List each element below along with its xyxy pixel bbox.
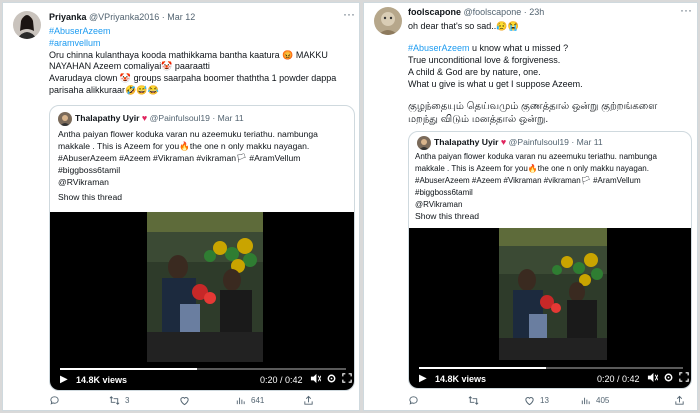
quote-text-line: makkale . This is Azeem for you🔥the one … [415,164,649,173]
retweet-button[interactable] [468,395,484,406]
view-count: 14.8K views [76,375,128,385]
share-icon [675,395,684,405]
play-icon[interactable]: ▶ [419,373,427,384]
quote-avatar [58,112,72,126]
video-frame [499,228,607,360]
retweet-icon [109,396,120,405]
video-player[interactable]: ▶ 14.8K views 0:20 / 0:42 [50,212,354,390]
hashtag-line[interactable]: #AbuserAzeem [49,26,111,37]
retweet-button[interactable]: 3 [109,395,129,406]
views-count: 405 [596,396,610,405]
tweet-header: foolscapone @foolscapone · 23h [408,7,544,17]
video-frame [147,212,263,362]
quote-header: Thalapathy Uyir ♥ @Painfulsoul19 · Mar 1… [75,113,244,123]
like-button[interactable]: 13 [524,395,549,406]
video-player[interactable]: ▶ 14.8K views 0:20 / 0:42 [409,228,691,388]
share-icon [304,395,313,405]
tweet-text-line: True unconditional love & forgiveness. [408,55,561,65]
quote-text-line: Antha paiyan flower koduka varan nu azee… [415,152,657,161]
tweet-text-line: oh dear that's so sad..😥😭 [408,21,519,31]
user-handle[interactable]: @VPriyanka2016 · Mar 12 [89,12,195,22]
video-time: 0:20 / 0:42 [597,374,640,384]
tweet-text-rest: u know what u missed ? [469,43,569,53]
more-icon[interactable]: ··· [343,7,355,21]
settings-icon[interactable] [663,372,674,385]
fullscreen-icon[interactable] [342,373,352,385]
tweet-actions: 13 405 [364,395,697,409]
quote-user-name: Thalapathy Uyir [434,137,499,147]
video-time: 0:20 / 0:42 [260,375,303,385]
tweet-text-line: Avarudaya clown 🤡 groups saarpaha boomer… [49,73,337,83]
tweet-header: Priyanka @VPriyanka2016 · Mar 12 [49,12,195,22]
tweet-text-line: parisaha alikkuraar🤣😅😂 [49,85,159,95]
hashtag-line[interactable]: #aramvellum [49,38,101,49]
show-thread-link[interactable]: Show this thread [415,211,479,222]
views-button[interactable]: 405 [580,395,609,406]
tweet-text-line: NAYAHAN Azeem comaliyai🤡 paaraatti [49,61,210,71]
view-count: 14.8K views [435,374,487,384]
like-count: 13 [540,396,549,405]
hashtag-link[interactable]: #AbuserAzeem [408,43,470,53]
tweet-card-right[interactable]: foolscapone @foolscapone · 23h ··· oh de… [363,2,698,411]
share-button[interactable] [674,395,685,406]
tweet-text-line: A child & God are by nature, one. [408,67,541,77]
show-thread-link[interactable]: Show this thread [58,192,122,203]
reply-button[interactable] [49,395,65,406]
views-icon [236,397,245,405]
views-button[interactable]: 641 [235,395,264,406]
retweet-icon [468,396,479,405]
heart-icon: ♥ [500,137,507,147]
quote-user-handle: @Painfulsoul19 · Mar 11 [508,137,603,147]
quote-text-line: #biggboss6tamil [58,165,121,175]
volume-icon[interactable] [310,373,322,386]
avatar[interactable] [374,7,402,35]
user-name[interactable]: foolscapone [408,7,461,17]
video-progress-track[interactable] [419,367,683,369]
quote-header: Thalapathy Uyir ♥ @Painfulsoul19 · Mar 1… [434,137,603,147]
tweet-text-line: Oru chinna kulanthaya kooda mathikkama b… [49,50,328,60]
share-button[interactable] [303,395,314,406]
tweet-text-line: What u give is what u get I suppose Azee… [408,79,583,89]
user-name[interactable]: Priyanka [49,12,87,22]
avatar[interactable] [13,11,41,39]
heart-icon: ♥ [141,113,148,123]
fullscreen-icon[interactable] [679,372,689,384]
retweet-count: 3 [125,396,130,405]
like-icon [525,397,534,406]
more-icon[interactable]: ··· [680,3,692,17]
quote-user-handle: @Painfulsoul19 · Mar 11 [149,113,244,123]
quote-text-line: #biggboss6tamil [415,188,473,197]
quote-text-line: #AbuserAzeem #Azeem #Vikraman #vikraman🏳… [415,176,641,185]
quoted-tweet[interactable]: Thalapathy Uyir ♥ @Painfulsoul19 · Mar 1… [49,105,355,391]
like-button[interactable] [179,395,195,406]
reply-icon [409,396,418,405]
user-handle[interactable]: @foolscapone · 23h [464,7,545,17]
settings-icon[interactable] [326,373,337,386]
views-count: 641 [251,396,265,405]
quote-avatar [417,136,431,150]
reply-icon [50,396,59,405]
video-progress-fill [60,368,198,370]
quote-text-line: @RVikraman [58,177,109,187]
quoted-tweet[interactable]: Thalapathy Uyir ♥ @Painfulsoul19 · Mar 1… [408,131,692,389]
tweet-actions: 3 641 [3,395,359,409]
quote-user-name: Thalapathy Uyir [75,113,140,123]
like-icon [180,397,189,406]
quote-text-line: makkale . This is Azeem for you🔥the one … [58,141,310,151]
quote-text-line: @RVikraman [415,200,463,209]
tweet-text-line: #AbuserAzeem u know what u missed ? [408,43,568,54]
tweet-text-line: மறந்து விடும் மனத்தால் ஒன்று. [408,114,549,125]
tweet-card-left[interactable]: Priyanka @VPriyanka2016 · Mar 12 ··· #Ab… [2,2,360,411]
play-icon[interactable]: ▶ [60,374,68,385]
volume-icon[interactable] [647,372,659,385]
quote-text-line: Antha paiyan flower koduka varan nu azee… [58,129,318,139]
video-progress-track[interactable] [60,368,346,370]
views-icon [581,397,590,405]
tweet-text-line: குழந்தையும் தெய்வமும் குணத்தால் ஒன்று கு… [408,101,658,112]
quote-text-line: #AbuserAzeem #Azeem #Vikraman #vikraman🏳… [58,153,301,163]
reply-button[interactable] [408,395,424,406]
video-progress-fill [419,367,546,369]
